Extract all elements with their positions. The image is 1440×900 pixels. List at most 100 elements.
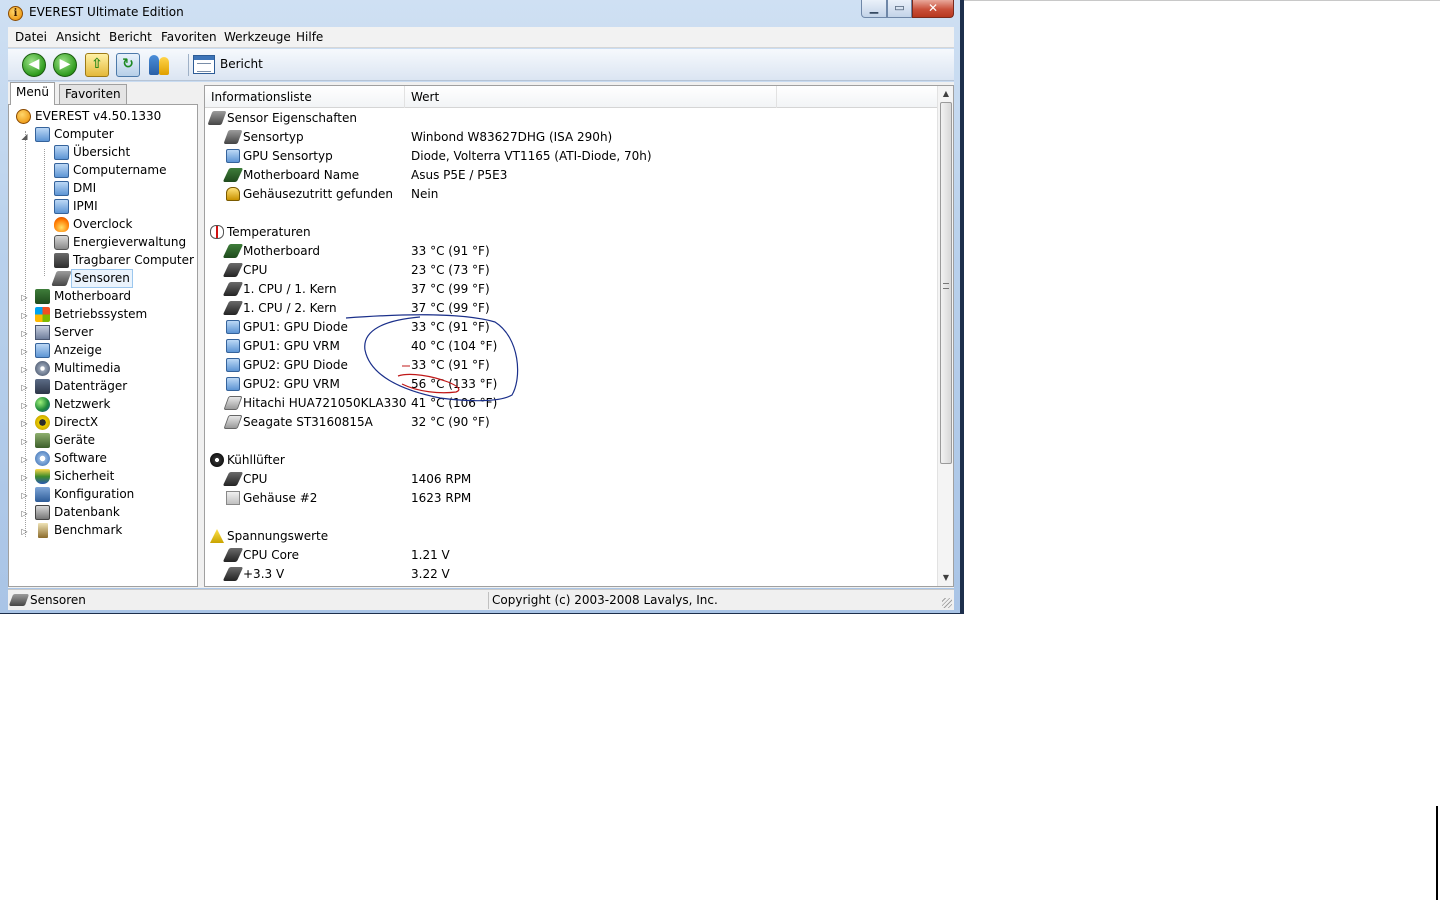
table-row[interactable]: GPU2: GPU Diode 33 °C (91 °F) [205,356,935,375]
expand-icon[interactable]: ▷ [20,473,29,482]
table-row[interactable]: Sensortyp Winbond W83627DHG (ISA 290h) [205,128,935,147]
expand-icon[interactable]: ▷ [20,347,29,356]
resize-grip[interactable] [942,598,952,608]
title-bar[interactable]: i EVEREST Ultimate Edition ▁ ▭ ✕ [0,0,960,26]
column-header-information[interactable]: Informationsliste [205,86,405,108]
table-row[interactable]: +3.3 V 3.22 V [205,565,935,584]
expand-icon[interactable]: ▷ [20,419,29,428]
scroll-thumb[interactable] [940,102,952,464]
computer-icon [54,181,69,196]
refresh-icon: ↻ [122,56,134,72]
menu-datei[interactable]: Datei [15,30,47,44]
info-icon: i [8,6,23,21]
expand-icon[interactable]: ▷ [20,491,29,500]
row-field: GPU1: GPU Diode [243,320,348,334]
table-row[interactable]: GPU1: GPU VRM 40 °C (104 °F) [205,337,935,356]
table-row[interactable]: 1. CPU / 1. Kern 37 °C (99 °F) [205,280,935,299]
menu-werkzeuge[interactable]: Werkzeuge [224,30,291,44]
table-row[interactable]: Motherboard 33 °C (91 °F) [205,242,935,261]
maximize-icon: ▭ [894,1,905,14]
expand-icon[interactable]: ▷ [20,437,29,446]
row-field: +3.3 V [243,567,285,581]
row-field: CPU [243,472,268,486]
directx-icon [35,415,50,430]
table-row[interactable]: Motherboard Name Asus P5E / P5E3 [205,166,935,185]
tree-item-label: Software [54,451,107,465]
close-button[interactable]: ✕ [912,0,954,18]
refresh-button[interactable]: ↻ [116,53,140,77]
expand-icon[interactable]: ▷ [20,527,29,536]
table-row[interactable]: GPU Sensortyp Diode, Volterra VT1165 (ATI… [205,147,935,166]
motherboard-icon [35,289,50,304]
status-bar: Sensoren Copyright (c) 2003-2008 Lavalys… [8,589,954,610]
expand-icon[interactable]: ▷ [20,509,29,518]
toolbar-separator [188,54,189,76]
back-button[interactable]: ◀ [22,53,46,77]
menu-ansicht[interactable]: Ansicht [56,30,100,44]
table-row[interactable]: GPU1: GPU Diode 33 °C (91 °F) [205,318,935,337]
scroll-down-icon[interactable]: ▼ [938,570,953,586]
tree-item-label: Sensoren [71,269,133,288]
table-row[interactable]: 1. CPU / 2. Kern 37 °C (99 °F) [205,299,935,318]
table-row[interactable]: Seagate ST3160815A 32 °C (90 °F) [205,413,935,432]
main-window: i EVEREST Ultimate Edition ▁ ▭ ✕ Datei A… [0,0,964,614]
expand-icon[interactable]: ▷ [20,293,29,302]
table-row[interactable]: Gehäuse #2 1623 RPM [205,489,935,508]
column-header-value[interactable]: Wert [405,86,777,108]
close-icon: ✕ [927,1,939,15]
users-button[interactable] [147,53,171,77]
server-icon [35,325,50,340]
tree-item-label: IPMI [73,199,98,213]
computer-icon [54,145,69,160]
row-field: Gehäuse #2 [243,491,318,505]
cpu-icon [222,301,244,315]
forward-button[interactable]: ▶ [53,53,77,77]
group-title: Spannungswerte [227,529,329,543]
info-icon [16,109,31,124]
expand-icon[interactable]: ▷ [20,383,29,392]
report-button[interactable]: Bericht [190,52,264,78]
tab-favoriten[interactable]: Favoriten [59,84,127,104]
table-row[interactable]: CPU 1406 RPM [205,470,935,489]
cpu-icon [222,548,244,562]
table-row[interactable]: CPU Core 1.21 V [205,546,935,565]
collapse-icon[interactable]: ◢ [20,132,29,141]
scroll-up-icon[interactable]: ▲ [938,86,953,102]
expand-icon[interactable]: ▷ [20,401,29,410]
tree-item-label: DMI [73,181,97,195]
row-value: 23 °C (73 °F) [411,263,490,277]
cpu-icon [222,472,244,486]
row-value: 41 °C (106 °F) [411,396,498,410]
expand-icon[interactable]: ▷ [20,455,29,464]
expand-icon[interactable]: ▷ [20,329,29,338]
vertical-scrollbar[interactable]: ▲ ▼ [937,86,953,586]
table-row[interactable]: CPU 23 °C (73 °F) [205,261,935,280]
tree-item-label: Datenträger [54,379,128,393]
sensor-chip-icon [51,271,72,286]
tab-menu[interactable]: Menü [10,82,55,105]
computer-icon [54,163,69,178]
row-value: Winbond W83627DHG (ISA 290h) [411,130,613,144]
tree-item-label: Multimedia [54,361,121,375]
expand-icon[interactable]: ▷ [20,311,29,320]
maximize-button[interactable]: ▭ [887,0,912,18]
flame-icon [54,217,69,232]
menu-hilfe[interactable]: Hilfe [296,30,323,44]
menu-bericht[interactable]: Bericht [109,30,152,44]
row-value: 3.22 V [411,567,450,581]
harddisk-icon [223,415,243,429]
table-row[interactable]: GPU2: GPU VRM 56 °C (133 °F) [205,375,935,394]
minimize-button[interactable]: ▁ [861,0,887,18]
table-row[interactable]: Hitachi HUA721050KLA330 41 °C (106 °F) [205,394,935,413]
up-button[interactable]: ⇧ [85,53,109,77]
menu-favoriten[interactable]: Favoriten [161,30,217,44]
tree-item-label: Konfiguration [54,487,135,501]
group-title: Sensor Eigenschaften [227,111,357,125]
table-row[interactable]: Gehäusezutritt gefunden Nein [205,185,935,204]
laptop-icon [54,253,69,268]
tree-item-label: Energieverwaltung [73,235,187,249]
hourglass-icon [38,523,48,538]
group-header: Spannungswerte [205,527,935,546]
row-value: 33 °C (91 °F) [411,244,490,258]
expand-icon[interactable]: ▷ [20,365,29,374]
